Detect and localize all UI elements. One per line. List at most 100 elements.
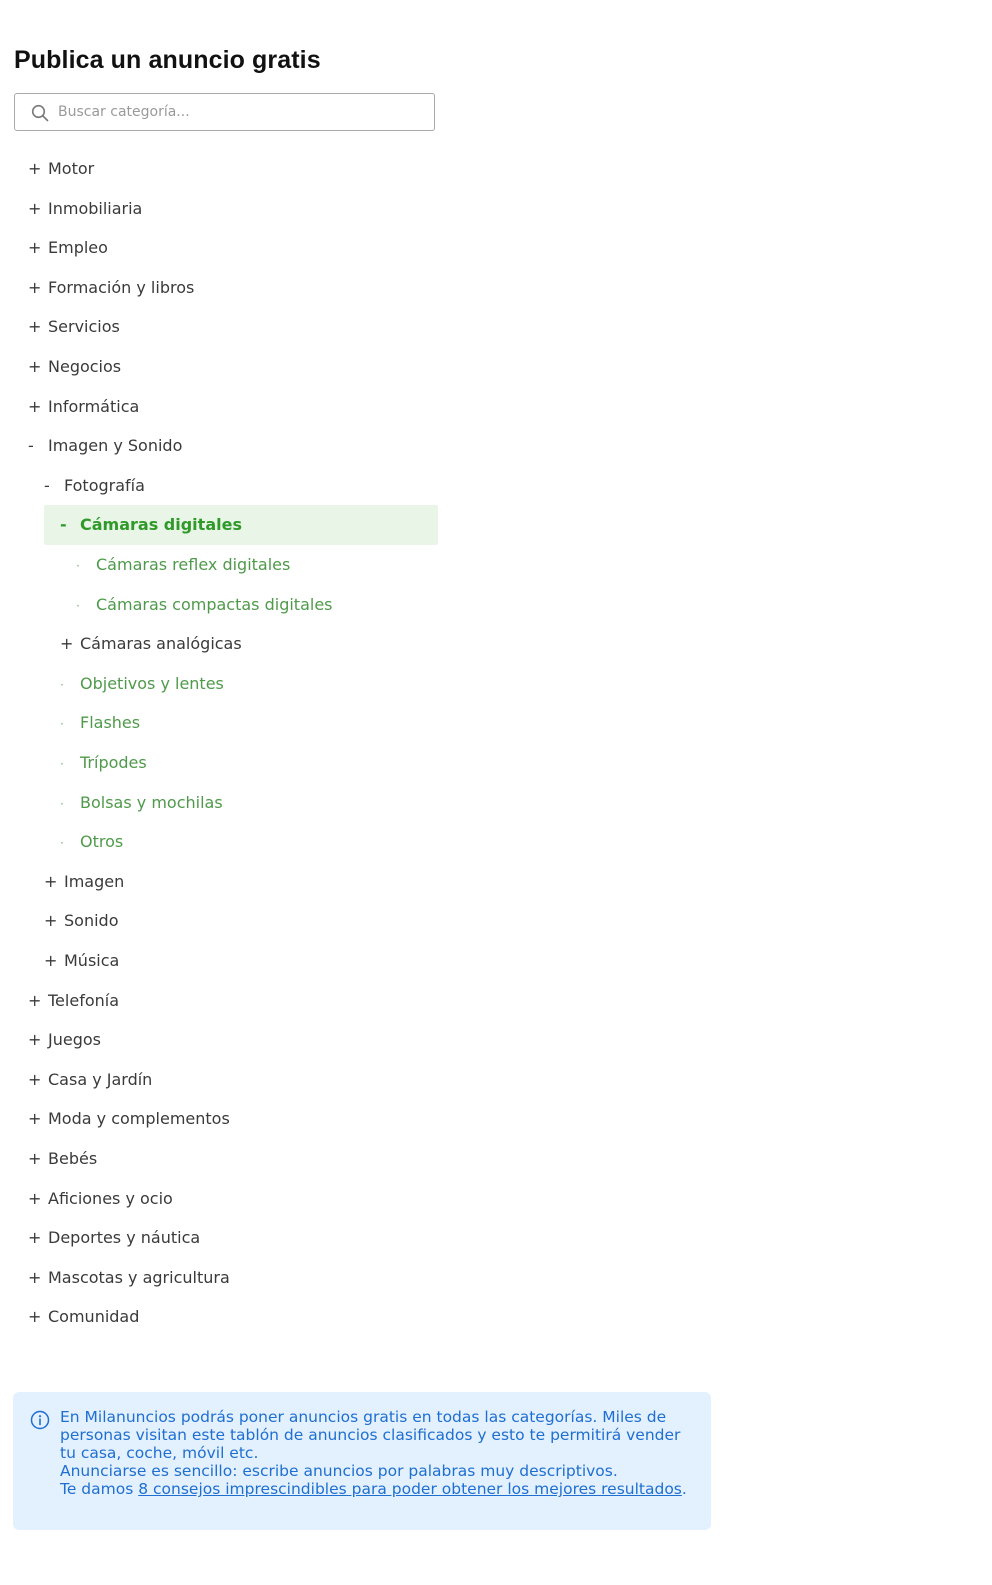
category-item-casa-y-jardin[interactable]: + Casa y Jardín <box>28 1060 152 1100</box>
category-item-negocios[interactable]: + Negocios <box>28 347 121 387</box>
expand-icon[interactable]: + <box>44 941 64 981</box>
category-item-camaras-compactas-digitales[interactable]: · Cámaras compactas digitales <box>76 585 333 625</box>
category-label: Deportes y náutica <box>48 1228 201 1248</box>
category-label: Cámaras compactas digitales <box>96 594 333 614</box>
category-item-bolsas-y-mochilas[interactable]: · Bolsas y mochilas <box>60 783 223 823</box>
category-label: Aficiones y ocio <box>48 1188 173 1208</box>
category-item-sonido[interactable]: + Sonido <box>44 901 118 941</box>
info-suffix: . <box>681 1480 687 1498</box>
category-item-otros[interactable]: · Otros <box>60 822 123 862</box>
category-label: Inmobiliaria <box>48 198 143 218</box>
leaf-bullet-icon: · <box>60 717 64 732</box>
info-icon <box>30 1410 50 1430</box>
expand-icon[interactable]: + <box>28 1139 48 1179</box>
leaf-bullet-icon: · <box>60 677 64 692</box>
search-input[interactable] <box>58 94 418 130</box>
category-item-camaras-reflex-digitales[interactable]: · Cámaras reflex digitales <box>76 545 290 585</box>
expand-icon[interactable]: + <box>60 624 80 664</box>
category-label: Casa y Jardín <box>48 1069 153 1089</box>
category-item-tripodes[interactable]: · Trípodes <box>60 743 147 783</box>
category-item-inmobiliaria[interactable]: + Inmobiliaria <box>28 189 142 229</box>
category-label: Comunidad <box>48 1307 140 1327</box>
category-label: Moda y complementos <box>48 1109 230 1129</box>
expand-icon[interactable]: + <box>28 981 48 1021</box>
expand-icon[interactable]: + <box>28 189 48 229</box>
category-label: Imagen <box>64 871 125 891</box>
category-label: Juegos <box>48 1030 101 1050</box>
expand-icon[interactable]: + <box>28 387 48 427</box>
category-label: Empleo <box>48 238 108 258</box>
category-label: Otros <box>80 832 124 852</box>
category-label: Motor <box>48 159 95 178</box>
expand-icon[interactable]: + <box>28 307 48 347</box>
leaf-bullet-icon: · <box>76 559 80 573</box>
category-item-mascotas-y-agricultura[interactable]: + Mascotas y agricultura <box>28 1258 230 1298</box>
collapse-icon[interactable]: - <box>28 426 48 466</box>
category-item-fotografia[interactable]: - Fotografía <box>44 466 145 506</box>
info-prefix: Te damos <box>60 1480 139 1498</box>
category-search-box[interactable] <box>14 93 435 131</box>
category-label: Sonido <box>64 911 119 931</box>
leaf-bullet-icon: · <box>60 836 64 851</box>
info-box: En Milanuncios podrás poner anuncios gra… <box>13 1392 711 1530</box>
category-item-aficiones-y-ocio[interactable]: + Aficiones y ocio <box>28 1179 173 1219</box>
leaf-bullet-icon: · <box>60 757 64 771</box>
expand-icon[interactable]: + <box>28 1258 48 1298</box>
category-label: Flashes <box>80 713 141 733</box>
leaf-bullet-icon: · <box>60 796 64 811</box>
info-paragraph-3: Te damos 8 consejos imprescindibles para… <box>60 1480 695 1498</box>
category-label: Fotografía <box>64 475 145 495</box>
category-item-camaras-analogicas[interactable]: + Cámaras analógicas <box>60 624 242 664</box>
category-label: Telefonía <box>48 990 119 1010</box>
collapse-icon[interactable]: - <box>44 466 64 506</box>
category-label: Bolsas y mochilas <box>80 792 223 812</box>
category-item-objetivos-y-lentes[interactable]: · Objetivos y lentes <box>60 664 224 704</box>
expand-icon[interactable]: + <box>28 1179 48 1219</box>
expand-icon[interactable]: + <box>28 1297 48 1337</box>
category-item-musica[interactable]: + Música <box>44 941 119 981</box>
info-paragraph-2: Anunciarse es sencillo: escribe anuncios… <box>60 1462 618 1480</box>
category-label: Cámaras analógicas <box>80 634 242 654</box>
expand-icon[interactable]: + <box>28 347 48 387</box>
expand-icon[interactable]: + <box>28 228 48 268</box>
expand-icon[interactable]: + <box>28 1060 48 1100</box>
category-label: Música <box>64 951 120 970</box>
category-label: Trípodes <box>80 753 147 772</box>
expand-icon[interactable]: + <box>44 862 64 902</box>
expand-icon[interactable]: + <box>28 149 48 189</box>
tips-link[interactable]: 8 consejos imprescindibles para poder ob… <box>138 1480 682 1498</box>
category-item-imagen-y-sonido[interactable]: - Imagen y Sonido <box>28 426 182 466</box>
expand-icon[interactable]: + <box>28 1020 48 1060</box>
category-label: Mascotas y agricultura <box>48 1267 230 1287</box>
collapse-icon[interactable]: - <box>60 505 80 545</box>
category-label: Objetivos y lentes <box>80 673 224 693</box>
expand-icon[interactable]: + <box>44 901 64 941</box>
category-item-flashes[interactable]: · Flashes <box>60 703 140 743</box>
category-label: Imagen y Sonido <box>48 436 183 456</box>
expand-icon[interactable]: + <box>28 268 48 308</box>
category-label: Cámaras reflex digitales <box>96 555 291 574</box>
expand-icon[interactable]: + <box>28 1099 48 1139</box>
category-item-bebes[interactable]: + Bebés <box>28 1139 97 1179</box>
category-item-formacion-y-libros[interactable]: + Formación y libros <box>28 268 194 308</box>
category-item-juegos[interactable]: + Juegos <box>28 1020 101 1060</box>
category-item-servicios[interactable]: + Servicios <box>28 307 120 347</box>
search-icon <box>31 104 49 122</box>
category-label: Formación y libros <box>48 277 195 297</box>
category-item-moda-y-complementos[interactable]: + Moda y complementos <box>28 1099 230 1139</box>
category-item-camaras-digitales[interactable]: - Cámaras digitales <box>44 505 438 546</box>
category-item-comunidad[interactable]: + Comunidad <box>28 1297 139 1337</box>
category-label: Cámaras digitales <box>80 515 242 535</box>
category-label: Bebés <box>48 1149 98 1168</box>
category-label: Servicios <box>48 317 120 337</box>
category-item-informatica[interactable]: + Informática <box>28 387 139 427</box>
expand-icon[interactable]: + <box>28 1218 48 1258</box>
page-title: Publica un anuncio gratis <box>14 46 321 74</box>
leaf-bullet-icon: · <box>76 598 80 613</box>
category-item-deportes-y-nautica[interactable]: + Deportes y náutica <box>28 1218 200 1258</box>
category-item-empleo[interactable]: + Empleo <box>28 228 108 268</box>
category-label: Informática <box>48 396 140 416</box>
category-item-imagen[interactable]: + Imagen <box>44 862 124 902</box>
category-item-motor[interactable]: + Motor <box>28 149 94 189</box>
category-item-telefonia[interactable]: + Telefonía <box>28 981 119 1021</box>
